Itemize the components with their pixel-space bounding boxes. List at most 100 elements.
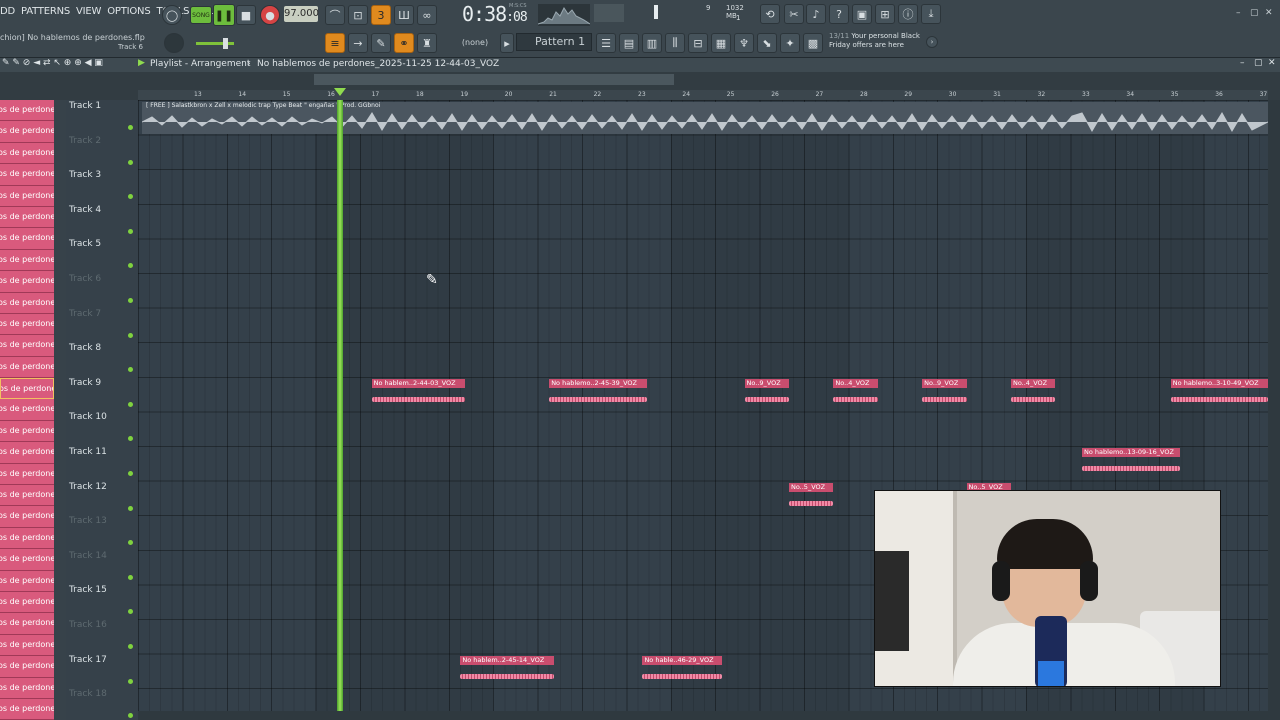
track-mute-led[interactable] <box>128 159 133 165</box>
audio-clip[interactable]: No hablemo..13-09-16_VOZ <box>1082 448 1180 480</box>
picker-clip-item[interactable]: os de perdone <box>0 121 54 143</box>
playhead-marker[interactable] <box>334 88 346 96</box>
track-name-5[interactable]: Track 5 <box>69 239 101 249</box>
piano-roll-icon[interactable]: ▤ <box>619 33 639 53</box>
track-mute-led[interactable] <box>128 228 133 234</box>
track-name-16[interactable]: Track 16 <box>69 620 107 630</box>
track-mute-led[interactable] <box>128 505 133 511</box>
track-mute-led[interactable] <box>128 298 133 303</box>
picker-clip-item[interactable]: os de perdone <box>0 356 54 379</box>
picker-clip-item[interactable]: os de perdone <box>0 485 54 507</box>
picker-divider[interactable] <box>54 100 66 720</box>
audio-clip[interactable]: No hablemo..3-10-49_VOZ <box>1170 378 1268 411</box>
track-mute-led[interactable] <box>128 367 133 373</box>
playlist-minimize-icon[interactable]: – <box>1240 58 1245 68</box>
audio-clip[interactable]: No hablem..2-44-03_VOZ <box>371 378 466 411</box>
picker-clip-item[interactable]: os de perdone <box>0 378 54 400</box>
pencil-icon[interactable]: ✎ <box>371 33 391 53</box>
track-mute-led[interactable] <box>128 678 133 684</box>
mixer-view-icon[interactable]: ⫼ <box>665 33 685 53</box>
track-mute-led[interactable] <box>128 332 133 338</box>
news-panel[interactable]: 13/11 Your personal Black Friday offers a… <box>829 32 920 50</box>
arrow-icon[interactable]: → <box>348 33 368 53</box>
picker-clip-item[interactable]: os de perdone <box>0 698 54 720</box>
picker-clip-item[interactable]: os de perdone <box>0 249 54 272</box>
overview-scrollbar[interactable] <box>314 74 674 85</box>
stop-button[interactable]: ■ <box>236 5 256 25</box>
track-name-18[interactable]: Track 18 <box>69 689 107 699</box>
track-name-13[interactable]: Track 13 <box>69 516 107 526</box>
news-next-icon[interactable]: › <box>926 36 938 48</box>
info-icon[interactable]: ⓘ <box>898 4 918 24</box>
tag-icon[interactable]: ⬊ <box>757 33 777 53</box>
menu-item-patterns[interactable]: PATTERNS <box>21 6 70 17</box>
channel-rack-icon[interactable]: ▥ <box>642 33 662 53</box>
track-mute-led[interactable] <box>128 540 133 546</box>
tool-icons[interactable]: ✎ ✎ ⊘ ◄ ⇄ ↖ ⊕ ⊕ ◀ ▣ <box>2 58 103 68</box>
blend-notes-icon[interactable]: Ш <box>394 5 414 25</box>
playlist-snap-icon[interactable]: ≡ <box>325 33 345 53</box>
save-icon[interactable]: ▣ <box>852 4 872 24</box>
track-name-10[interactable]: Track 10 <box>69 412 107 422</box>
picker-clip-item[interactable]: os de perdone <box>0 100 54 122</box>
picker-clip-item[interactable]: os de perdone <box>0 292 54 314</box>
tempo-display[interactable]: 97.000 <box>284 6 319 22</box>
wait-input-icon[interactable]: ⊡ <box>348 5 368 25</box>
audio-clip[interactable]: No..9_VOZ <box>922 378 967 411</box>
vertical-scrollbar[interactable] <box>1268 100 1280 720</box>
plugin-db-icon[interactable]: ♆ <box>734 33 754 53</box>
track-mute-led[interactable] <box>128 713 133 719</box>
audio-clip[interactable]: No..4_VOZ <box>833 378 879 411</box>
picker-clip-item[interactable]: os de perdone <box>0 634 54 657</box>
track-mute-led[interactable] <box>128 436 133 442</box>
picker-clip-item[interactable]: os de perdone <box>0 591 54 614</box>
audio-clip[interactable]: No..9_VOZ <box>744 378 790 411</box>
track-name-11[interactable]: Track 11 <box>69 447 107 457</box>
countdown-icon[interactable]: 3 <box>371 5 391 25</box>
undo-icon[interactable]: ⟲ <box>760 4 780 24</box>
audio-clip-beat[interactable]: [ FREE ] Salastkbron x Zell x melodic tr… <box>142 102 1268 134</box>
picker-clip-item[interactable]: os de perdone <box>0 463 54 486</box>
track-name-1[interactable]: Track 1 <box>69 101 101 111</box>
track-name-7[interactable]: Track 7 <box>69 309 101 319</box>
picker-clip-item[interactable]: os de perdone <box>0 142 54 165</box>
track-mute-led[interactable] <box>128 574 133 580</box>
track-mute-led[interactable] <box>128 471 133 476</box>
picker-clip-item[interactable]: os de perdone <box>0 420 54 443</box>
time-ruler[interactable]: 13 14 15 16 17 18 19 20 21 22 23 24 25 26 27 28 29 30 31 32… <box>138 90 1268 100</box>
playlist-view-icon[interactable]: ☰ <box>596 33 616 53</box>
pattern-prev-icon[interactable]: ▸ <box>500 33 514 53</box>
news-icon[interactable]: ▩ <box>803 33 823 53</box>
track-name-8[interactable]: Track 8 <box>69 343 101 353</box>
link-icon[interactable]: ⚭ <box>394 33 414 53</box>
menu-item-dd[interactable]: DD <box>0 6 15 17</box>
picker-clip-item[interactable]: os de perdone <box>0 506 54 528</box>
playlist-maximize-icon[interactable]: ▢ <box>1254 58 1263 68</box>
audio-clip[interactable]: No hable..46-29_VOZ <box>642 655 723 688</box>
cut-icon[interactable]: ✂ <box>784 4 804 24</box>
picker-clip-item[interactable]: os de perdone <box>0 570 54 592</box>
picker-clip-item[interactable]: os de perdone <box>0 677 54 699</box>
picker-clip-item[interactable]: os de perdone <box>0 527 54 550</box>
picker-clip-item[interactable]: os de perdone <box>0 549 54 571</box>
main-volume-knob[interactable] <box>164 33 184 53</box>
pause-button[interactable]: ❚❚ <box>213 4 235 26</box>
mic-icon[interactable]: ♪ <box>806 4 826 24</box>
track-name-15[interactable]: Track 15 <box>69 585 107 595</box>
picker-clip-item[interactable]: os de perdone <box>0 206 54 229</box>
audio-clip[interactable]: No hablemo..2-45-39_VOZ <box>549 378 647 411</box>
picker-clip-item[interactable]: os de perdone <box>0 313 54 336</box>
script-icon[interactable]: ✦ <box>780 33 800 53</box>
track-name-4[interactable]: Track 4 <box>69 205 101 215</box>
track-name-3[interactable]: Track 3 <box>69 170 101 180</box>
audio-clip[interactable]: No..4_VOZ <box>1010 378 1056 411</box>
track-mute-led[interactable] <box>128 609 133 615</box>
track-name-6[interactable]: Track 6 <box>69 274 101 284</box>
master-pitch-icon[interactable]: ◯ <box>162 5 182 25</box>
picker-clip-item[interactable]: os de perdone <box>0 271 54 293</box>
menu-item-options[interactable]: OPTIONS <box>107 6 150 17</box>
picker-clip-item[interactable]: os de perdone <box>0 164 54 186</box>
record-button[interactable]: ● <box>260 5 280 25</box>
menu-item-view[interactable]: VIEW <box>76 6 101 17</box>
picker-clip-item[interactable]: os de perdone <box>0 185 54 207</box>
